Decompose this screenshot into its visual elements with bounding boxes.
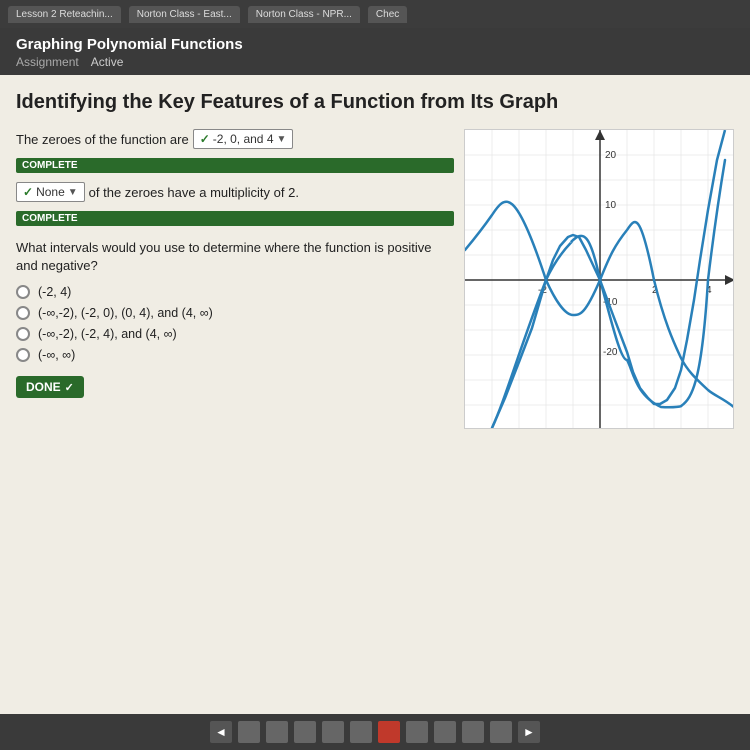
mult-dropdown-arrow-icon[interactable]: ▼: [68, 187, 78, 198]
tab-chec[interactable]: Chec: [368, 6, 407, 23]
option-b[interactable]: (-∞,-2), (-2, 0), (0, 4), and (4, ∞): [16, 306, 454, 320]
done-button[interactable]: DONE ✓: [16, 376, 84, 398]
nav-dot-3[interactable]: [322, 721, 344, 743]
tab-npr[interactable]: Norton Class - NPR...: [248, 6, 360, 23]
radio-d-icon[interactable]: [16, 348, 30, 362]
option-d-text: (-∞, ∞): [38, 348, 75, 362]
right-column: 20 10 -10 -20 -2 2 4: [464, 129, 734, 700]
zeroes-question-text: The zeroes of the function are: [16, 132, 189, 147]
option-a[interactable]: (-2, 4): [16, 285, 454, 299]
page-subtitle: Assignment Active: [16, 55, 734, 69]
option-b-text: (-∞,-2), (-2, 0), (0, 4), and (4, ∞): [38, 306, 213, 320]
left-column: The zeroes of the function are ✓ -2, 0, …: [16, 129, 454, 700]
radio-b-icon[interactable]: [16, 306, 30, 320]
multiplicity-answer-box[interactable]: ✓ None ▼: [16, 182, 85, 202]
radio-c-icon[interactable]: [16, 327, 30, 341]
nav-dot-6[interactable]: [406, 721, 428, 743]
next-nav-button[interactable]: ►: [518, 721, 540, 743]
complete-badge-2: COMPLETE: [16, 211, 454, 226]
graph-container: 20 10 -10 -20 -2 2 4: [464, 129, 734, 429]
nav-dot-2[interactable]: [294, 721, 316, 743]
status-label: Active: [91, 55, 124, 69]
tab-reteachin[interactable]: Lesson 2 Reteachin...: [8, 6, 121, 23]
radio-a-icon[interactable]: [16, 285, 30, 299]
content-area: Identifying the Key Features of a Functi…: [0, 75, 750, 714]
nav-dot-8[interactable]: [462, 721, 484, 743]
nav-dot-5-active[interactable]: [378, 721, 400, 743]
final-curve: [465, 130, 734, 429]
zeroes-dropdown-arrow-icon[interactable]: ▼: [277, 134, 287, 145]
main-content: Graphing Polynomial Functions Assignment…: [0, 28, 750, 750]
section-heading: Identifying the Key Features of a Functi…: [16, 89, 734, 115]
radio-options-group: (-2, 4) (-∞,-2), (-2, 0), (0, 4), and (4…: [16, 285, 454, 362]
zeroes-check-icon: ✓: [200, 132, 210, 146]
nav-dot-1[interactable]: [266, 721, 288, 743]
option-a-text: (-2, 4): [38, 285, 71, 299]
option-d[interactable]: (-∞, ∞): [16, 348, 454, 362]
zeroes-answer-box[interactable]: ✓ -2, 0, and 4 ▼: [193, 129, 294, 149]
nav-dot-7[interactable]: [434, 721, 456, 743]
tab-east[interactable]: Norton Class - East...: [129, 6, 240, 23]
bottom-nav: ◄ ►: [0, 714, 750, 750]
intervals-question-text: What intervals would you use to determin…: [16, 239, 454, 275]
browser-bar: Lesson 2 Reteachin... Norton Class - Eas…: [0, 0, 750, 28]
nav-dot-4[interactable]: [350, 721, 372, 743]
curve-polyline: [492, 130, 725, 428]
option-c-text: (-∞,-2), (-2, 4), and (4, ∞): [38, 327, 177, 341]
multiplicity-suffix-text: of the zeroes have a multiplicity of 2.: [89, 185, 299, 200]
option-c[interactable]: (-∞,-2), (-2, 4), and (4, ∞): [16, 327, 454, 341]
two-col-layout: The zeroes of the function are ✓ -2, 0, …: [16, 129, 734, 700]
nav-dot-9[interactable]: [490, 721, 512, 743]
mult-check-icon: ✓: [23, 185, 33, 199]
nav-dot-0[interactable]: [238, 721, 260, 743]
multiplicity-answer-value: None: [36, 185, 65, 199]
page-title: Graphing Polynomial Functions: [16, 36, 734, 53]
done-check-icon: ✓: [65, 381, 74, 394]
zeroes-answer-value: -2, 0, and 4: [213, 132, 274, 146]
prev-nav-button[interactable]: ◄: [210, 721, 232, 743]
zeroes-question: The zeroes of the function are ✓ -2, 0, …: [16, 129, 454, 149]
assignment-label: Assignment: [16, 55, 79, 69]
complete-badge-1: COMPLETE: [16, 158, 454, 173]
done-label: DONE: [26, 380, 61, 394]
page-header: Graphing Polynomial Functions Assignment…: [0, 28, 750, 75]
multiplicity-row: ✓ None ▼ of the zeroes have a multiplici…: [16, 182, 454, 202]
